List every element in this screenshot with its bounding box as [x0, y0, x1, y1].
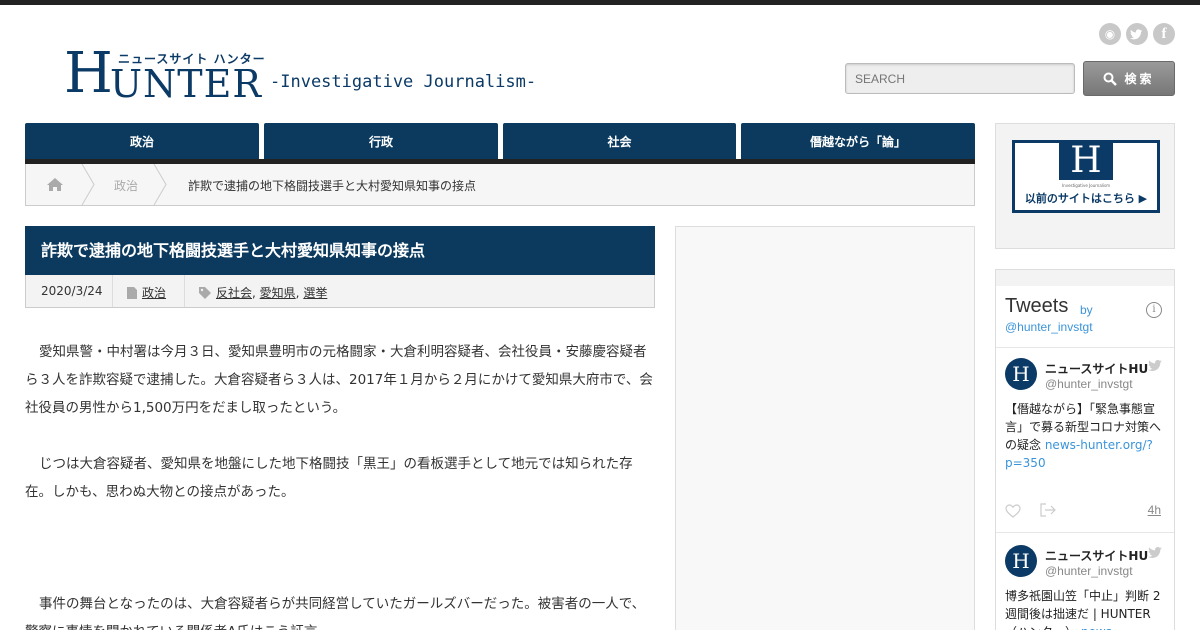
breadcrumb: 政治 詐欺で逮捕の地下格闘技選手と大村愛知県知事の接点	[25, 164, 975, 206]
article-paragraph: 愛知県警・中村署は今月３日、愛知県豊明市の元格闘家・大倉利明容疑者、会社役員・安…	[25, 344, 653, 416]
tweet-author-username[interactable]: @hunter_invstgt	[1045, 564, 1133, 578]
breadcrumb-separator	[153, 164, 167, 205]
tag-link[interactable]: 愛知県	[260, 286, 296, 300]
tweet-link[interactable]: news	[1081, 625, 1112, 630]
logo-tagline: -Investigative Journalism-	[270, 72, 537, 92]
article-category: 政治	[127, 284, 166, 301]
timeline-header-bg	[996, 270, 1174, 286]
facebook-icon[interactable]: f	[1153, 23, 1175, 45]
tag-icon	[199, 286, 211, 299]
logo-unter: UNTER	[110, 62, 262, 106]
avatar[interactable]: H	[1005, 545, 1037, 577]
search-input[interactable]	[845, 63, 1075, 94]
meta-divider	[184, 275, 185, 307]
twitter-icon[interactable]	[1126, 23, 1148, 45]
file-icon	[127, 286, 137, 299]
tweet-author-name[interactable]: ニュースサイトHU	[1045, 360, 1151, 377]
logo-h: H	[64, 41, 113, 106]
tag-link[interactable]: 反社会	[216, 286, 252, 300]
rss-icon[interactable]: ◉	[1099, 23, 1121, 45]
nav-item-opinion[interactable]: 僭越ながら「論」	[741, 123, 975, 159]
site-logo[interactable]: H UNTER ニュースサイト ハンター -Investigative Jour…	[64, 41, 544, 106]
nav-item-administration[interactable]: 行政	[264, 123, 498, 159]
twitter-bird-icon[interactable]	[1148, 547, 1162, 559]
logo-kana: ニュースサイト ハンター	[118, 52, 266, 66]
tweet-author-username[interactable]: @hunter_invstgt	[1045, 377, 1133, 391]
article-paragraph: 事件の舞台となったのは、大倉容疑者らが共同経営していたガールズバーだった。被害者…	[25, 596, 646, 630]
search-button[interactable]: 検索	[1083, 61, 1175, 96]
old-site-banner-box: H Investigative Journalism 以前のサイトはこちら ▶	[995, 123, 1175, 249]
twitter-timeline: Tweets by @hunter_invstgt i H ニュースサイトHU …	[995, 269, 1175, 630]
tweet-time[interactable]: 4h	[1148, 503, 1161, 517]
tag-separator: ,	[252, 286, 260, 300]
breadcrumb-category[interactable]: 政治	[114, 177, 138, 194]
heart-icon[interactable]	[1005, 504, 1021, 518]
tweet-text-body: 博多祇園山笠「中止」判断 2週間後は拙速だ | HUNTER（ハンター）	[1005, 589, 1161, 630]
tweet-actions: 4h	[1005, 503, 1169, 519]
tweet-text: 【僭越ながら】「緊急事態宣言」で募る新型コロナ対策への疑念 news-hunte…	[1005, 400, 1169, 472]
tweet-text: 博多祇園山笠「中止」判断 2週間後は拙速だ | HUNTER（ハンター） new…	[1005, 587, 1169, 630]
ad-area	[675, 226, 975, 630]
tweet-author-name[interactable]: ニュースサイトHU	[1045, 547, 1151, 564]
article-category-link[interactable]: 政治	[142, 284, 166, 301]
tweet-divider	[996, 347, 1174, 348]
avatar[interactable]: H	[1005, 358, 1037, 390]
old-site-banner[interactable]: H Investigative Journalism 以前のサイトはこちら ▶	[1012, 140, 1160, 213]
article-title: 詐欺で逮捕の地下格闘技選手と大村愛知県知事の接点	[25, 226, 655, 275]
banner-logo: H	[1059, 140, 1113, 181]
timeline-by: by	[1080, 303, 1093, 317]
search-icon	[1103, 72, 1118, 86]
nav-item-society[interactable]: 社会	[503, 123, 736, 159]
meta-divider	[112, 275, 113, 307]
article-date: 2020/3/24	[41, 284, 103, 298]
breadcrumb-current: 詐欺で逮捕の地下格闘技選手と大村愛知県知事の接点	[188, 179, 477, 193]
banner-text: 以前のサイトはこちら ▶	[1024, 192, 1148, 205]
article-paragraph: じつは大倉容疑者、愛知県を地盤にした地下格闘技「黒王」の看板選手として地元では知…	[25, 456, 633, 500]
article-meta: 2020/3/24 政治 反社会, 愛知県, 選挙	[25, 275, 655, 308]
timeline-handle[interactable]: @hunter_invstgt	[1005, 320, 1093, 334]
main-nav: 政治 行政 社会 僭越ながら「論」	[25, 123, 975, 164]
tag-link[interactable]: 選挙	[303, 286, 327, 300]
nav-item-politics[interactable]: 政治	[25, 123, 259, 159]
home-icon[interactable]	[46, 177, 64, 192]
tweet-divider	[996, 532, 1174, 533]
top-border	[0, 0, 1200, 5]
article-tags: 反社会, 愛知県, 選挙	[199, 284, 327, 301]
twitter-bird-icon[interactable]	[1148, 360, 1162, 372]
search-button-label: 検索	[1124, 72, 1155, 86]
banner-subtitle: Investigative Journalism	[1061, 183, 1110, 188]
info-icon[interactable]: i	[1146, 302, 1162, 318]
breadcrumb-separator	[81, 164, 95, 205]
timeline-title: Tweets	[1005, 295, 1069, 317]
share-icon[interactable]	[1040, 503, 1056, 517]
